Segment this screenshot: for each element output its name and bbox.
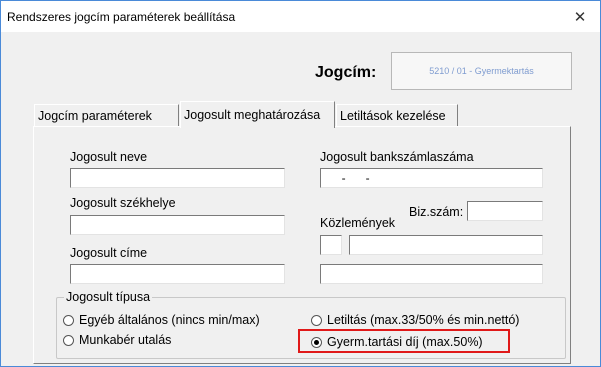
tab-jogosult-meghatarozasa[interactable]: Jogosult meghatározása (180, 101, 335, 128)
highlight-box (298, 329, 510, 353)
window-title: Rendszeres jogcím paraméterek beállítása (7, 10, 236, 24)
tab-jogcim-parameterek[interactable]: Jogcím paraméterek (34, 104, 179, 126)
radio-munkaber-utalas[interactable]: Munkabér utalás (63, 333, 171, 347)
tab-letiltasok-kezelese[interactable]: Letiltások kezelése (336, 104, 458, 126)
biz-number-label: Biz.szám: (409, 205, 464, 219)
type-group-title: Jogosult típusa (64, 290, 153, 304)
radio-egyeb-altalanos[interactable]: Egyéb általános (nincs min/max) (63, 313, 260, 327)
comments-label: Közlemények (320, 216, 396, 230)
radio-letiltas[interactable]: Letiltás (max.33/50% és min.nettó) (311, 313, 519, 327)
seat-label: Jogosult székhelye (70, 196, 176, 210)
name-input[interactable] (70, 168, 285, 188)
biz-number-input[interactable] (467, 201, 543, 221)
name-label: Jogosult neve (70, 150, 148, 164)
radio-unchecked-icon (63, 314, 74, 326)
jogcim-value-display: 5210 / 01 - Gyermektartás (391, 52, 572, 90)
radio-label: Egyéb általános (nincs min/max) (79, 313, 260, 327)
radio-label: Letiltás (max.33/50% és min.nettó) (327, 313, 520, 327)
tab-label: Letiltások kezelése (340, 108, 446, 123)
close-button[interactable]: ✕ (560, 1, 600, 32)
radio-label: Munkabér utalás (79, 333, 172, 347)
bank-account-input[interactable] (320, 168, 543, 188)
comment-line2-input[interactable] (320, 264, 543, 284)
tab-label: Jogcím paraméterek (38, 108, 152, 123)
bank-account-label: Jogosult bankszámlaszáma (320, 150, 474, 164)
comment-small-input[interactable] (320, 235, 342, 255)
comment-line1-input[interactable] (349, 235, 543, 255)
close-icon: ✕ (573, 8, 587, 26)
address-label: Jogosult címe (70, 246, 148, 260)
radio-unchecked-icon (311, 314, 322, 326)
tab-label: Jogosult meghatározása (184, 108, 321, 122)
title-bar: Rendszeres jogcím paraméterek beállítása… (1, 1, 600, 32)
seat-input[interactable] (70, 215, 285, 235)
radio-unchecked-icon (63, 334, 74, 346)
address-input[interactable] (70, 264, 285, 284)
jogcim-label: Jogcím: (315, 64, 377, 81)
